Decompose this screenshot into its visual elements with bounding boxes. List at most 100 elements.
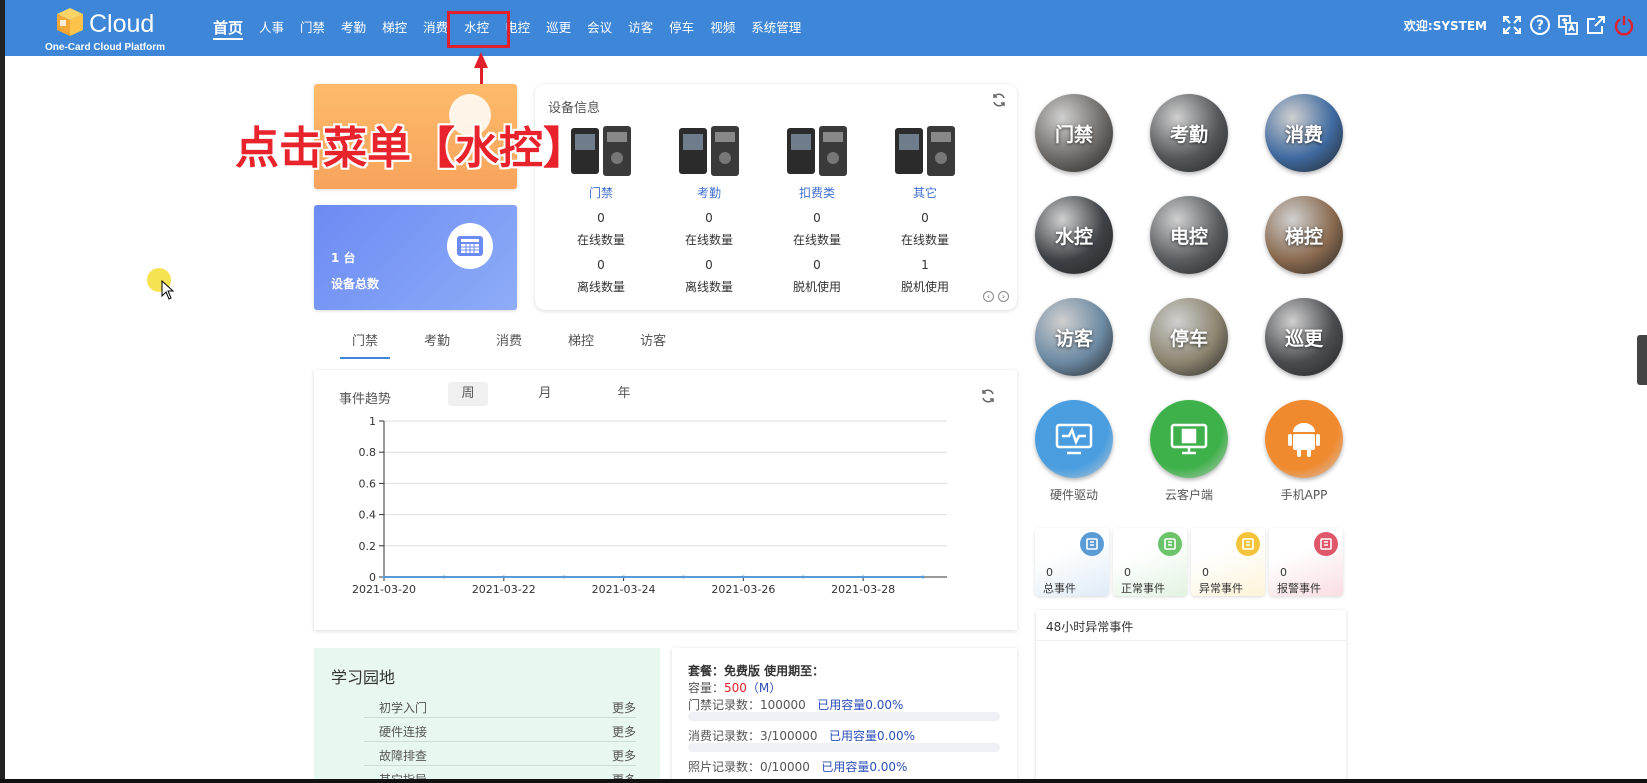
offline-label: 脱机使用 bbox=[792, 280, 841, 294]
x-tick-label: 2021-03-24 bbox=[592, 583, 656, 596]
tab-0[interactable]: 门禁 bbox=[340, 330, 391, 359]
highlight-box bbox=[447, 11, 510, 48]
module-button[interactable]: 巡更 bbox=[1265, 298, 1343, 376]
download-button[interactable] bbox=[1035, 400, 1113, 478]
download-label[interactable]: 硬件驱动 bbox=[1019, 486, 1129, 503]
more-link[interactable]: 更多 bbox=[612, 723, 636, 740]
device-image bbox=[881, 122, 969, 180]
module-button[interactable]: 考勤 bbox=[1150, 94, 1228, 172]
y-tick-label: 0.8 bbox=[359, 446, 377, 459]
cloud-client-icon bbox=[1169, 422, 1209, 456]
device-type-name[interactable]: 考勤 bbox=[655, 184, 763, 201]
mouse-cursor-icon bbox=[161, 280, 175, 300]
header-tools: 欢迎:SYSTEM ? bbox=[1404, 14, 1635, 36]
language-icon[interactable] bbox=[1557, 14, 1579, 36]
module-button[interactable]: 停车 bbox=[1150, 298, 1228, 376]
module-label: 水控 bbox=[1054, 225, 1093, 248]
offline-label: 离线数量 bbox=[576, 280, 625, 294]
study-item-label[interactable]: 硬件连接 bbox=[379, 723, 427, 740]
record-label: 门禁记录数：100000 bbox=[688, 698, 806, 712]
device-column: 考勤 0 在线数量 0 离线数量 bbox=[655, 122, 763, 295]
record-progress-bar bbox=[688, 743, 1000, 752]
offline-count: 1 bbox=[921, 258, 929, 272]
more-link[interactable]: 更多 bbox=[612, 747, 636, 764]
offline-count: 0 bbox=[813, 258, 821, 272]
external-link-icon[interactable] bbox=[1585, 14, 1607, 36]
nav-item-2[interactable]: 门禁 bbox=[292, 0, 333, 56]
module-label: 考勤 bbox=[1169, 123, 1208, 146]
data-point bbox=[801, 575, 805, 579]
data-point bbox=[921, 575, 925, 579]
nav-item-9[interactable]: 会议 bbox=[579, 0, 620, 56]
tab-3[interactable]: 梯控 bbox=[556, 330, 606, 359]
divider bbox=[1036, 640, 1346, 641]
next-page-icon[interactable]: › bbox=[998, 291, 1009, 302]
device-type-name[interactable]: 其它 bbox=[871, 184, 979, 201]
study-item: 故障排查 更多 bbox=[364, 744, 636, 766]
offline-count: 0 bbox=[705, 258, 713, 272]
device-column: 其它 0 在线数量 1 脱机使用 bbox=[871, 122, 979, 295]
x-tick-label: 2021-03-26 bbox=[711, 583, 775, 596]
study-item-label[interactable]: 初学入门 bbox=[379, 699, 427, 716]
logo[interactable]: Cloud One-Card Cloud Platform bbox=[45, 6, 185, 54]
event-trend-chart: 00.20.40.60.812021-03-20 2021-03-22 2021-0… bbox=[352, 415, 947, 596]
abnormal-events-title: 48小时异常事件 bbox=[1046, 620, 1134, 634]
module-button[interactable]: 水控 bbox=[1035, 196, 1113, 274]
nav-item-8[interactable]: 巡更 bbox=[538, 0, 579, 56]
record-label: 消费记录数：3/100000 bbox=[688, 729, 818, 743]
event-count: 0 bbox=[1046, 566, 1053, 579]
event-tile[interactable]: 0 总事件 bbox=[1035, 528, 1109, 596]
nav-item-10[interactable]: 访客 bbox=[620, 0, 661, 56]
module-button[interactable]: 电控 bbox=[1150, 196, 1228, 274]
download-label[interactable]: 手机APP bbox=[1249, 486, 1359, 503]
download-button[interactable] bbox=[1150, 400, 1228, 478]
event-label: 报警事件 bbox=[1277, 582, 1321, 595]
event-tile[interactable]: 0 报警事件 bbox=[1269, 528, 1343, 596]
study-item-label[interactable]: 故障排查 bbox=[379, 747, 427, 764]
tab-2[interactable]: 消费 bbox=[484, 330, 534, 359]
download-button[interactable] bbox=[1265, 400, 1343, 478]
help-icon[interactable]: ? bbox=[1529, 14, 1551, 36]
event-tile[interactable]: 0 异常事件 bbox=[1191, 528, 1265, 596]
tab-1[interactable]: 考勤 bbox=[412, 330, 462, 359]
event-tile[interactable]: 0 正常事件 bbox=[1113, 528, 1187, 596]
nav-item-0[interactable]: 首页 bbox=[205, 0, 251, 56]
online-count: 0 bbox=[921, 211, 929, 225]
refresh-icon[interactable] bbox=[991, 92, 1007, 108]
module-button[interactable]: 梯控 bbox=[1265, 196, 1343, 274]
android-icon bbox=[1287, 420, 1321, 458]
module-button[interactable]: 消费 bbox=[1265, 94, 1343, 172]
fullscreen-icon[interactable] bbox=[1501, 14, 1523, 36]
module-button[interactable]: 门禁 bbox=[1035, 94, 1113, 172]
plan-line: 套餐：免费版 使用期至： bbox=[688, 664, 825, 678]
power-icon[interactable] bbox=[1613, 14, 1635, 36]
capacity-value: 500 bbox=[724, 681, 747, 695]
prev-page-icon[interactable]: ‹ bbox=[983, 291, 994, 302]
event-label: 正常事件 bbox=[1121, 582, 1165, 595]
event-trend-card: 事件趋势 周月年 0 0.2 0.4 0.6 0.8 1 2021-03-20 2021-03… bbox=[314, 370, 1017, 630]
nav-item-11[interactable]: 停车 bbox=[661, 0, 702, 56]
nav-item-4[interactable]: 梯控 bbox=[374, 0, 415, 56]
device-image bbox=[773, 122, 861, 180]
side-drawer-handle[interactable] bbox=[1637, 335, 1647, 385]
nav-item-1[interactable]: 人事 bbox=[251, 0, 292, 56]
bar-chart-icon bbox=[1080, 532, 1104, 556]
device-type-name[interactable]: 扣费类 bbox=[763, 184, 871, 201]
record-progress-bar bbox=[688, 712, 1000, 721]
nav-item-3[interactable]: 考勤 bbox=[333, 0, 374, 56]
module-button[interactable]: 访客 bbox=[1035, 298, 1113, 376]
capacity-unit: （M） bbox=[746, 681, 782, 695]
record-used: 已用容量0.00% bbox=[828, 729, 916, 743]
tab-4[interactable]: 访客 bbox=[628, 330, 678, 359]
download-label[interactable]: 云客户端 bbox=[1134, 486, 1244, 503]
nav-item-13[interactable]: 系统管理 bbox=[743, 0, 809, 56]
nav-item-12[interactable]: 视频 bbox=[702, 0, 743, 56]
online-count: 0 bbox=[705, 211, 713, 225]
device-column: 扣费类 0 在线数量 0 脱机使用 bbox=[763, 122, 871, 295]
device-type-name[interactable]: 门禁 bbox=[547, 184, 655, 201]
event-count: 0 bbox=[1202, 566, 1209, 579]
more-link[interactable]: 更多 bbox=[612, 699, 636, 716]
top-navigation-bar: Cloud One-Card Cloud Platform 首页 人事 门禁 考勤 梯控… bbox=[5, 0, 1647, 56]
window-edge-bottom bbox=[0, 779, 1647, 783]
